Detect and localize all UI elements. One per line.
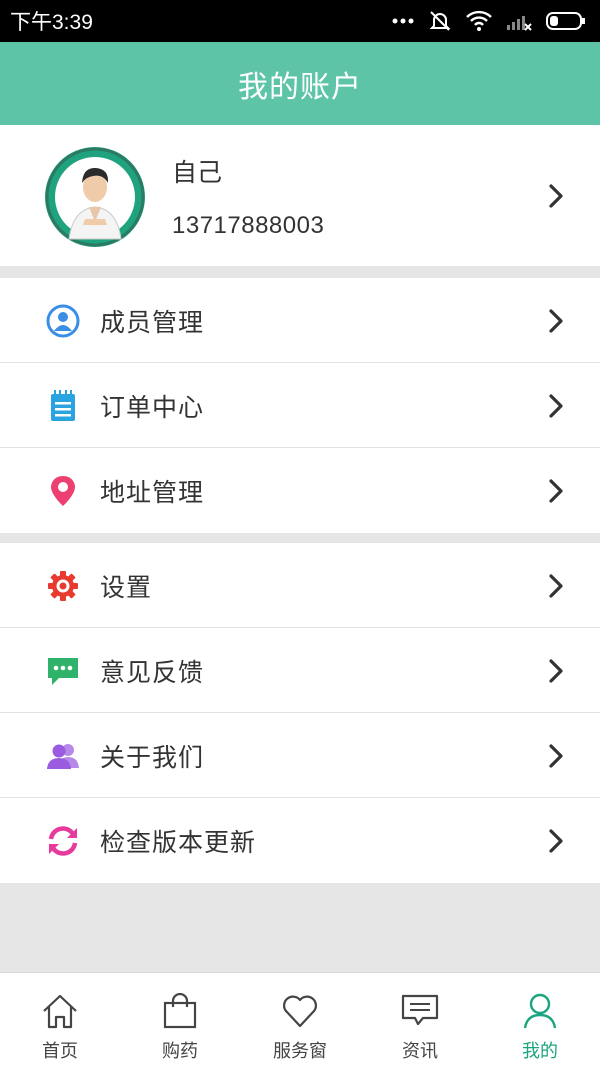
tab-label: 我的 [522,1041,558,1062]
user-circle-icon [46,304,80,338]
chevron-right-icon [549,574,563,598]
tab-label: 购药 [162,1041,198,1062]
notepad-icon [51,390,75,421]
profile-phone: 13717888003 [172,212,325,239]
mute-bell-icon [429,11,451,31]
menu-item-label: 设置 [100,573,153,602]
status-bar: 下午3:39 [0,0,600,42]
tab-service-window[interactable]: 服务窗 [240,973,360,1067]
wifi-icon [466,10,492,31]
tab-buy-medicine[interactable]: 购药 [120,973,240,1067]
tab-label: 资讯 [402,1041,438,1062]
home-icon [43,994,77,1029]
menu-item-feedback[interactable]: 意见反馈 [0,628,600,713]
chevron-right-icon [549,309,563,333]
tab-label: 服务窗 [273,1041,327,1062]
menu-item-label: 检查版本更新 [100,828,257,857]
header-bar: 我的账户 [0,42,600,125]
avatar-illustration [45,147,145,247]
page-title: 我的账户 [238,69,362,105]
tab-news[interactable]: 资讯 [360,973,480,1067]
menu-item-label: 意见反馈 [100,658,205,687]
menu-item-orders[interactable]: 订单中心 [0,363,600,448]
signal-icon [507,16,532,31]
tab-mine[interactable]: 我的 [480,973,600,1067]
tab-home[interactable]: 首页 [0,973,120,1067]
menu-item-label: 成员管理 [100,308,205,337]
bottom-tab-bar: 首页 购药 服务窗 资讯 我的 [0,972,600,1067]
menu-group-account: 成员管理 订单中心 地址管理 [0,278,600,533]
message-icon [401,994,439,1026]
menu-item-label: 订单中心 [100,393,205,422]
status-icons [392,9,586,33]
menu-item-members[interactable]: 成员管理 [0,278,600,363]
chevron-right-icon [549,744,563,768]
person-icon [523,993,557,1029]
menu-group-app: 设置 意见反馈 关于我们 检查版本更新 [0,543,600,883]
menu-item-label: 地址管理 [100,478,205,507]
status-time: 下午3:39 [10,11,93,34]
chevron-right-icon [549,659,563,683]
chat-bubble-icon [48,658,78,685]
location-pin-icon [51,476,75,506]
shopping-bag-icon [163,993,197,1029]
refresh-icon [48,826,78,856]
menu-item-address[interactable]: 地址管理 [0,448,600,533]
heart-icon [283,995,317,1028]
profile-card[interactable]: 自己 13717888003 [0,125,600,266]
chevron-right-icon [549,479,563,503]
menu-item-settings[interactable]: 设置 [0,543,600,628]
menu-item-about[interactable]: 关于我们 [0,713,600,798]
tab-label: 首页 [42,1041,78,1062]
battery-icon [546,12,585,30]
group-users-icon [47,744,79,769]
chevron-right-icon [549,829,563,853]
chevron-right-icon [549,184,563,208]
gear-icon [48,571,78,601]
more-dots-icon [392,18,414,24]
avatar [45,147,145,247]
menu-item-check-update[interactable]: 检查版本更新 [0,798,600,883]
profile-name: 自己 [172,158,223,187]
menu-item-label: 关于我们 [100,743,205,772]
chevron-right-icon [549,394,563,418]
